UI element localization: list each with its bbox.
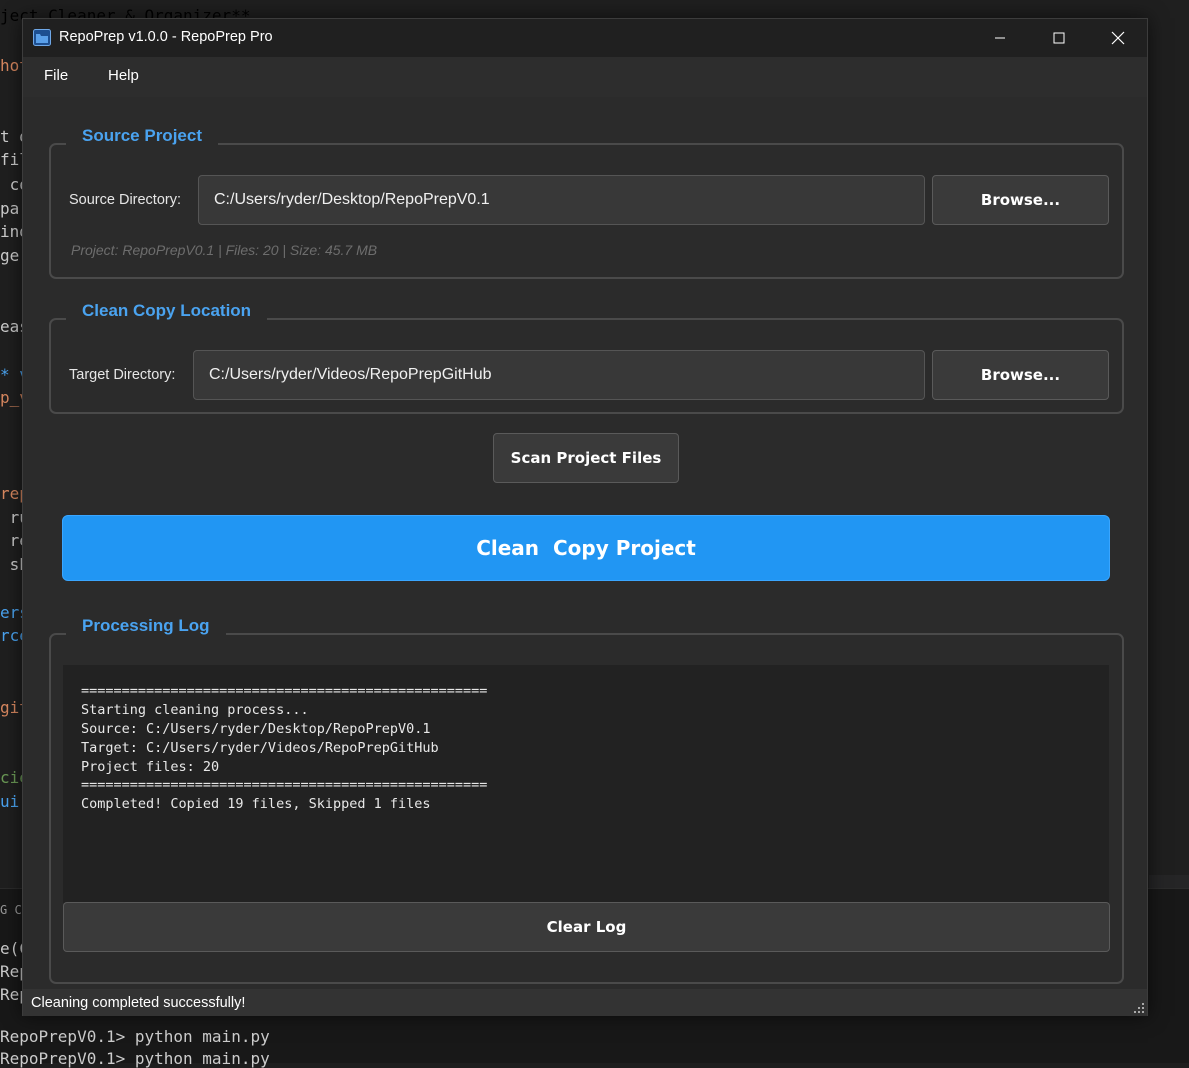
folder-app-icon	[33, 29, 51, 46]
scan-project-files-button[interactable]: Scan Project Files	[493, 433, 679, 483]
status-bar: Cleaning completed successfully!	[23, 989, 1147, 1016]
source-project-title: Source Project	[66, 126, 218, 146]
window-title: RepoPrep v1.0.0 - RepoPrep Pro	[59, 29, 273, 45]
target-directory-label: Target Directory:	[69, 367, 176, 383]
resize-grip-icon[interactable]	[1133, 1002, 1145, 1014]
app-window: RepoPrep v1.0.0 - RepoPrep Pro File Help…	[22, 18, 1148, 1016]
source-directory-label: Source Directory:	[69, 192, 182, 208]
source-directory-input[interactable]: C:/Users/ryder/Desktop/RepoPrepV0.1	[198, 175, 925, 225]
terminal-line: RepoPrepV0.1> python main.py	[0, 1027, 270, 1046]
terminal-line: G C	[0, 903, 22, 917]
log-line: Target: C:/Users/ryder/Videos/RepoPrepGi…	[81, 740, 439, 756]
log-line: Project files: 20	[81, 759, 220, 775]
status-text: Cleaning completed successfully!	[31, 995, 246, 1011]
log-line: ========================================…	[81, 683, 488, 699]
log-line: ========================================…	[81, 777, 488, 793]
processing-log-title: Processing Log	[66, 616, 226, 636]
project-info: Project: RepoPrepV0.1 | Files: 20 | Size…	[71, 242, 378, 258]
menu-bar: File Help	[23, 57, 1147, 98]
log-line: Starting cleaning process...	[81, 702, 309, 718]
target-browse-button[interactable]: Browse...	[932, 350, 1109, 400]
log-line: Source: C:/Users/ryder/Desktop/RepoPrepV…	[81, 721, 431, 737]
log-output[interactable]: ========================================…	[63, 665, 1109, 903]
terminal-line: RepoPrepV0.1> python main.py	[0, 1049, 270, 1068]
menu-help[interactable]: Help	[108, 67, 139, 84]
maximize-icon[interactable]	[1030, 19, 1088, 57]
clear-log-button[interactable]: Clear Log	[63, 902, 1110, 952]
background-scrollbar	[1149, 875, 1189, 888]
title-bar[interactable]: RepoPrep v1.0.0 - RepoPrep Pro	[23, 19, 1147, 57]
editor-fragment: ge	[0, 246, 20, 265]
log-line: Completed! Copied 19 files, Skipped 1 fi…	[81, 796, 431, 812]
target-directory-input[interactable]: C:/Users/ryder/Videos/RepoPrepGitHub	[193, 350, 925, 400]
source-browse-button[interactable]: Browse...	[932, 175, 1109, 225]
clean-copy-location-title: Clean Copy Location	[66, 301, 268, 321]
main-content: Source Project Source Directory: C:/User…	[23, 97, 1147, 989]
menu-file[interactable]: File	[44, 67, 68, 84]
background-editor-right	[1149, 0, 1189, 888]
minimize-icon[interactable]	[971, 19, 1029, 57]
clean-copy-project-button[interactable]: Clean Copy Project	[62, 515, 1110, 581]
close-icon[interactable]	[1089, 19, 1147, 57]
